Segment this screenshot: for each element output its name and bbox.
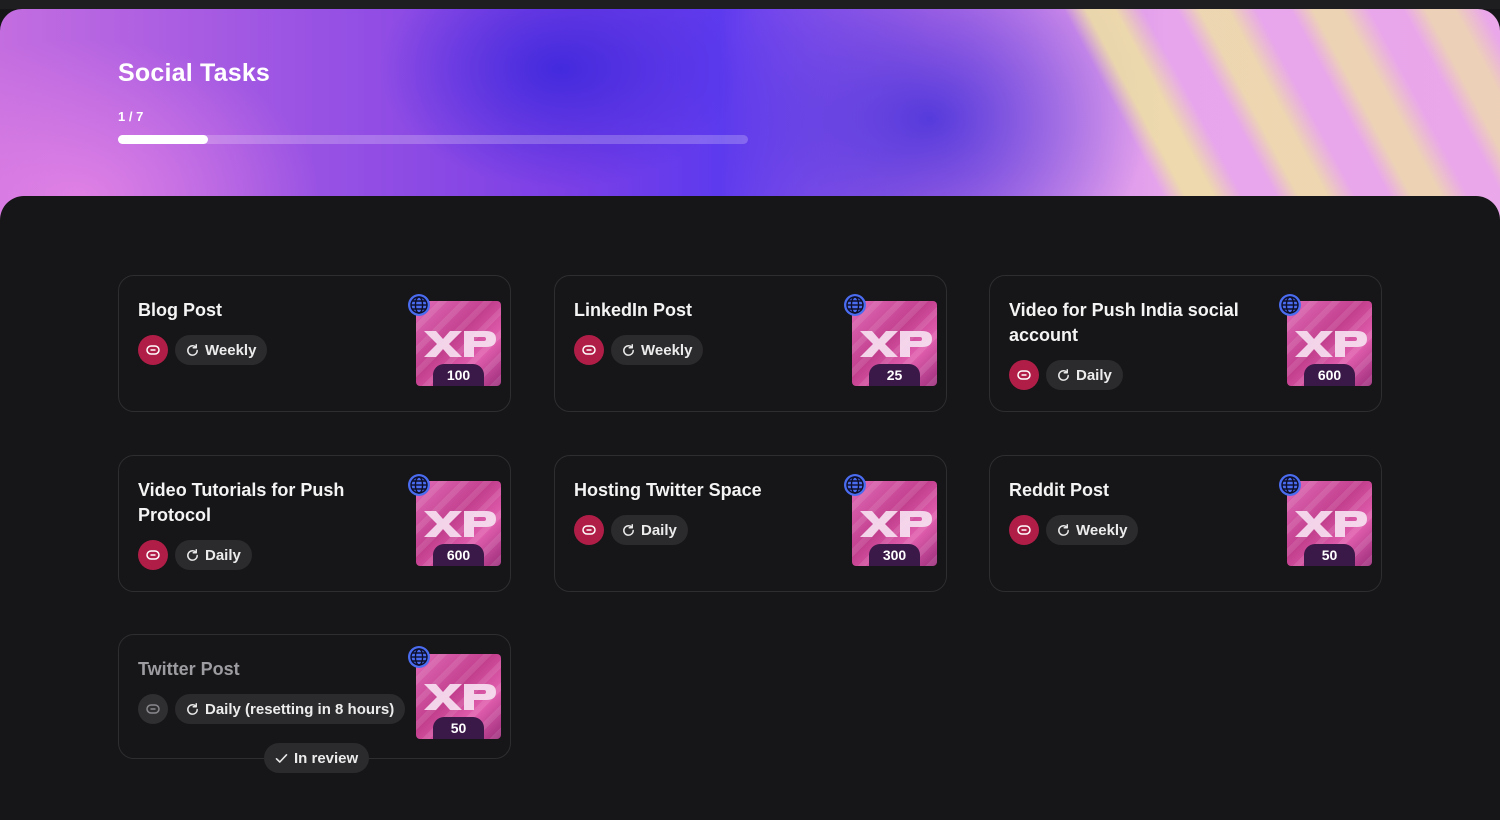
frequency-badge: Daily <box>1046 360 1123 390</box>
frequency-badge: Daily <box>175 540 252 570</box>
frequency-label: Weekly <box>1076 521 1128 539</box>
refresh-icon <box>1058 523 1069 536</box>
tasks-panel: Blog Post Weekly 100 LinkedIn Post Weekl… <box>0 196 1500 820</box>
link-button[interactable] <box>138 540 168 570</box>
xp-amount: 600 <box>433 544 484 566</box>
xp-amount: 50 <box>433 717 484 739</box>
frequency-badge: Daily (resetting in 8 hours) <box>175 694 406 724</box>
xp-amount: 50 <box>1304 544 1355 566</box>
task-title: Reddit Post <box>1009 480 1110 500</box>
globe-icon <box>408 474 430 496</box>
task-card[interactable]: Video Tutorials for Push Protocol Daily … <box>118 455 511 592</box>
header-banner: Social Tasks 1 / 7 <box>0 9 1500 224</box>
task-card[interactable]: Twitter Post Daily (resetting in 8 hours… <box>118 634 511 773</box>
link-icon <box>146 345 160 355</box>
task-title: LinkedIn Post <box>574 300 693 320</box>
progress-count: 1 / 7 <box>118 109 144 124</box>
task-meta: Weekly <box>574 335 704 365</box>
xp-amount: 300 <box>869 544 920 566</box>
top-strip <box>0 0 1500 9</box>
link-button[interactable] <box>138 335 168 365</box>
task-meta: Daily <box>1009 360 1123 390</box>
globe-icon <box>844 294 866 316</box>
link-button[interactable] <box>574 335 604 365</box>
xp-amount: 25 <box>869 364 920 386</box>
link-button[interactable] <box>574 515 604 545</box>
status-badge: In review <box>264 743 370 773</box>
frequency-label: Weekly <box>205 341 257 359</box>
frequency-badge: Weekly <box>611 335 704 365</box>
frequency-badge: Daily <box>611 515 688 545</box>
globe-icon <box>1279 474 1301 496</box>
refresh-icon <box>1058 368 1069 381</box>
refresh-icon <box>623 523 634 536</box>
task-card[interactable]: Video for Push India social account Dail… <box>989 275 1382 412</box>
refresh-icon <box>187 548 198 561</box>
frequency-badge: Weekly <box>175 335 268 365</box>
frequency-label: Daily <box>1076 366 1112 384</box>
link-icon <box>146 704 160 714</box>
task-title: Twitter Post <box>138 659 240 679</box>
task-title: Video for Push India social account <box>1009 300 1239 345</box>
link-icon <box>582 345 596 355</box>
frequency-badge: Weekly <box>1046 515 1139 545</box>
link-icon <box>146 550 160 560</box>
task-meta: Weekly <box>1009 515 1139 545</box>
frequency-label: Daily (resetting in 8 hours) <box>205 700 395 718</box>
progress-fill <box>118 135 209 144</box>
frequency-label: Weekly <box>641 341 693 359</box>
status-label: In review <box>294 749 359 767</box>
task-card[interactable]: LinkedIn Post Weekly 25 <box>554 275 947 412</box>
link-button[interactable] <box>138 694 168 724</box>
task-meta: Daily (resetting in 8 hours) <box>138 694 406 724</box>
frequency-label: Daily <box>205 546 241 564</box>
link-button[interactable] <box>1009 360 1039 390</box>
page-title: Social Tasks <box>118 59 271 87</box>
task-title: Hosting Twitter Space <box>574 480 762 500</box>
task-card[interactable]: Blog Post Weekly 100 <box>118 275 511 412</box>
checkmark-icon <box>275 753 288 763</box>
link-icon <box>582 525 596 535</box>
task-card[interactable]: Reddit Post Weekly 50 <box>989 455 1382 592</box>
link-icon <box>1017 525 1031 535</box>
task-title: Blog Post <box>138 300 222 320</box>
progress-bar <box>118 135 748 144</box>
globe-icon <box>844 474 866 496</box>
link-icon <box>1017 370 1031 380</box>
globe-icon <box>408 646 430 668</box>
task-title: Video Tutorials for Push Protocol <box>138 480 345 525</box>
task-meta: Weekly <box>138 335 268 365</box>
task-meta: Daily <box>574 515 688 545</box>
frequency-label: Daily <box>641 521 677 539</box>
refresh-icon <box>623 343 634 356</box>
globe-icon <box>408 294 430 316</box>
globe-icon <box>1279 294 1301 316</box>
task-card[interactable]: Hosting Twitter Space Daily 300 <box>554 455 947 592</box>
xp-amount: 600 <box>1304 364 1355 386</box>
refresh-icon <box>187 343 198 356</box>
xp-amount: 100 <box>433 364 484 386</box>
refresh-icon <box>187 702 198 715</box>
link-button[interactable] <box>1009 515 1039 545</box>
task-meta: Daily <box>138 540 252 570</box>
